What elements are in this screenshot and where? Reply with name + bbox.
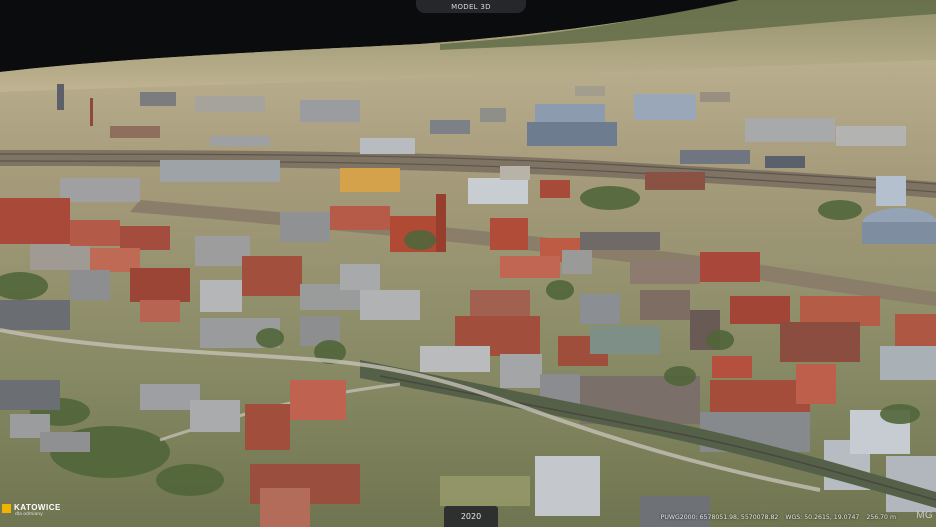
wgs-readout: WGS: 50.2615, 19.0747 (785, 514, 859, 521)
city-logo: KATOWICE dla odmiany (2, 503, 61, 518)
height-readout: 256.70 m (866, 514, 896, 521)
puwg-label: PUWG2000: (660, 514, 698, 521)
view-mode-label[interactable]: MODEL 3D (416, 0, 526, 13)
puwg-value: 6578051.98, 5570078.82 (699, 514, 779, 521)
brand-logo: MG (916, 510, 933, 521)
logo-mark-icon (2, 504, 11, 513)
map-viewport[interactable]: MODEL 3D 2020 KATOWICE dla odmiany PUWG2… (0, 0, 936, 527)
city-tagline: dla odmiany (15, 512, 43, 517)
city-name: KATOWICE (14, 503, 61, 512)
aerial-3d-city-scene[interactable] (0, 0, 936, 527)
tower (57, 84, 64, 110)
chimney (90, 98, 93, 126)
puwg-readout: PUWG2000: 6578051.98, 5570078.82 (661, 514, 779, 521)
coordinates-readout: PUWG2000: 6578051.98, 5570078.82 WGS: 50… (661, 514, 896, 521)
wgs-value: 50.2615, 19.0747 (804, 514, 860, 521)
year-selector[interactable]: 2020 (444, 506, 498, 527)
wgs-label: WGS: (785, 514, 803, 521)
bright-field (440, 476, 530, 506)
